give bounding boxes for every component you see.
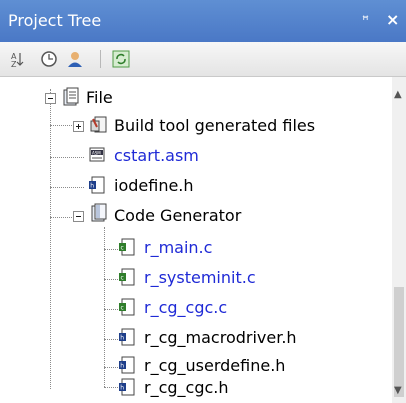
code-generator-folder-icon [91, 203, 107, 222]
title-bar: Project Tree ꟸ × [0, 0, 406, 42]
person-icon[interactable] [66, 50, 84, 68]
scrollbar-thumb[interactable] [394, 287, 404, 397]
tree-connector [50, 187, 84, 188]
header-file-icon: h [119, 356, 135, 374]
tree-connector [104, 279, 118, 280]
asm-file-icon: ASM [89, 147, 105, 162]
svg-text:c: c [121, 305, 124, 312]
svg-text:c: c [121, 245, 124, 252]
c-file-icon: c [119, 298, 135, 316]
tree-connector [104, 309, 118, 310]
header-file-icon: h [119, 328, 135, 346]
pin-icon[interactable]: ꟸ [362, 13, 369, 27]
svg-text:h: h [120, 335, 124, 342]
toolbar-separator [100, 50, 101, 68]
tree-item-cstart-asm[interactable]: cstart.asm [114, 143, 199, 167]
project-tree: File Build tool generated files ASM csta… [0, 77, 392, 403]
svg-text:h: h [120, 385, 124, 392]
scroll-up-icon[interactable]: ▲ [394, 89, 402, 100]
tree-item-r-cg-macrodriver-h[interactable]: r_cg_macrodriver.h [144, 325, 297, 349]
header-file-icon: h [89, 176, 105, 194]
tree-connector [104, 339, 118, 340]
tree-connector [104, 367, 118, 368]
build-tool-icon [90, 116, 107, 133]
svg-text:h: h [90, 183, 94, 190]
svg-text:c: c [121, 275, 124, 282]
tree-connector [104, 249, 118, 250]
close-icon[interactable]: × [386, 10, 399, 29]
panel-title: Project Tree [8, 11, 102, 30]
sort-icon[interactable]: A Z [8, 50, 26, 68]
tree-item-r-cg-cgc-c[interactable]: r_cg_cgc.c [144, 295, 227, 319]
tree-item-code-generator[interactable]: Code Generator [114, 203, 241, 227]
tree-item-r-systeminit-c[interactable]: r_systeminit.c [144, 265, 256, 289]
tree-item-r-cg-cgc-h[interactable]: r_cg_cgc.h [144, 375, 229, 399]
svg-text:h: h [120, 363, 124, 370]
svg-text:Z: Z [11, 60, 17, 68]
tree-connector [50, 89, 51, 389]
tree-connector [50, 157, 84, 158]
header-file-icon: h [119, 378, 135, 396]
expand-toggle[interactable] [73, 121, 84, 132]
vertical-scrollbar[interactable]: ▲ ▼ [392, 77, 406, 403]
tree-item-file[interactable]: File [86, 85, 113, 109]
tree-connector [104, 387, 118, 388]
tree-item-r-cg-userdefine-h[interactable]: r_cg_userdefine.h [144, 353, 285, 377]
c-file-icon: c [119, 238, 135, 256]
svg-text:ASM: ASM [92, 151, 101, 156]
tree-item-build-tool-generated-files[interactable]: Build tool generated files [114, 113, 315, 137]
toolbar: A Z [0, 42, 406, 77]
refresh-icon[interactable] [112, 50, 130, 68]
tree-item-iodefine-h[interactable]: iodefine.h [114, 173, 194, 197]
tree-item-r-main-c[interactable]: r_main.c [144, 235, 212, 259]
collapse-toggle[interactable] [45, 93, 56, 104]
clock-icon[interactable] [40, 50, 58, 68]
c-file-icon: c [119, 268, 135, 286]
file-folder-icon [63, 87, 79, 106]
collapse-toggle[interactable] [73, 211, 84, 222]
scroll-down-icon[interactable]: ▼ [394, 385, 402, 396]
tree-connector [104, 227, 105, 387]
